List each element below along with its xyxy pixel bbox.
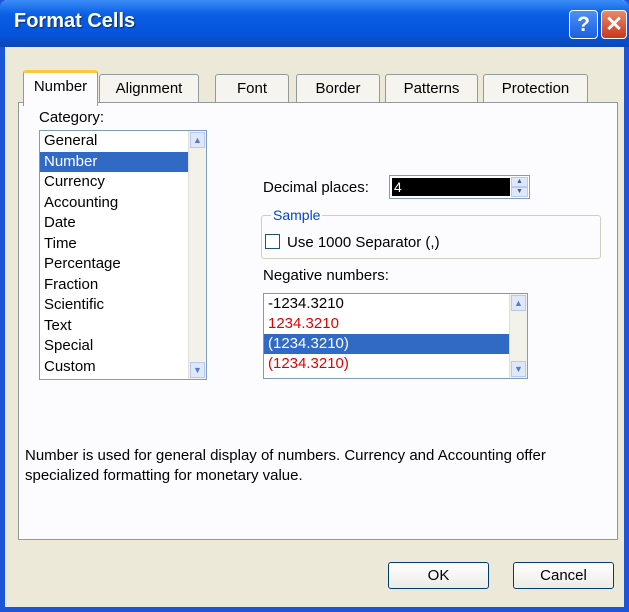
decimal-places-label: Decimal places: (263, 179, 369, 196)
sample-legend: Sample (271, 207, 323, 223)
tab-number[interactable]: Number (23, 70, 98, 106)
negative-format-item[interactable]: (1234.3210) (264, 333, 527, 355)
close-icon: ✕ (605, 13, 623, 36)
use-separator-checkbox[interactable] (265, 234, 280, 249)
category-item[interactable]: Accounting (40, 193, 206, 214)
scroll-down-icon[interactable]: ▼ (511, 361, 526, 377)
category-item[interactable]: Scientific (40, 295, 206, 316)
scroll-down-icon[interactable]: ▼ (190, 362, 205, 378)
ok-button[interactable]: OK (388, 562, 489, 589)
category-item[interactable]: Percentage (40, 254, 206, 275)
category-item[interactable]: Text (40, 316, 206, 337)
cancel-button[interactable]: Cancel (513, 562, 614, 589)
negative-format-item[interactable]: 1234.3210 (264, 314, 527, 334)
category-item[interactable]: Custom (40, 357, 206, 378)
help-button[interactable]: ? (569, 10, 598, 39)
negative-format-item[interactable]: -1234.3210 (264, 294, 527, 314)
category-item[interactable]: Special (40, 336, 206, 357)
title-bar[interactable]: Format Cells ? ✕ (0, 0, 629, 47)
tab-alignment[interactable]: Alignment (99, 74, 199, 102)
scroll-up-icon[interactable]: ▲ (190, 132, 205, 148)
negative-format-item[interactable]: (1234.3210) (264, 354, 527, 374)
decimal-places-input[interactable]: 4 (392, 178, 510, 196)
tab-border[interactable]: Border (296, 74, 380, 102)
category-item[interactable]: Fraction (40, 275, 206, 296)
category-listbox[interactable]: General Number Currency Accounting Date Time P… (39, 130, 207, 380)
use-separator-label[interactable]: Use 1000 Separator (,) (287, 234, 440, 251)
category-item[interactable]: Time (40, 234, 206, 255)
tab-font[interactable]: Font (215, 74, 289, 102)
format-cells-dialog: Format Cells ? ✕ Number Alignment Font B… (0, 0, 629, 612)
category-description: Number is used for general display of nu… (25, 447, 546, 484)
category-item[interactable]: Currency (40, 172, 206, 193)
category-scrollbar[interactable]: ▲ ▼ (188, 131, 206, 379)
dialog-title: Format Cells (14, 10, 136, 32)
spin-down-icon[interactable]: ▼ (511, 187, 528, 197)
spinner-buttons[interactable]: ▲ ▼ (511, 177, 528, 197)
scroll-up-icon[interactable]: ▲ (511, 295, 526, 311)
tab-patterns[interactable]: Patterns (385, 74, 478, 102)
negative-numbers-label: Negative numbers: (263, 267, 389, 284)
negative-numbers-listbox[interactable]: -1234.3210 1234.3210 (1234.3210) (1234.3210… (263, 293, 528, 379)
negative-scrollbar[interactable]: ▲ ▼ (509, 294, 527, 378)
decimal-places-spinner[interactable]: 4 ▲ ▼ (389, 175, 530, 199)
category-label: Category: (39, 109, 105, 126)
category-item[interactable]: General (40, 131, 206, 152)
tab-protection[interactable]: Protection (483, 74, 588, 102)
category-item[interactable]: Number (40, 151, 206, 172)
category-item[interactable]: Date (40, 213, 206, 234)
close-button[interactable]: ✕ (601, 10, 627, 39)
help-icon: ? (577, 13, 590, 36)
spin-up-icon[interactable]: ▲ (511, 177, 528, 187)
